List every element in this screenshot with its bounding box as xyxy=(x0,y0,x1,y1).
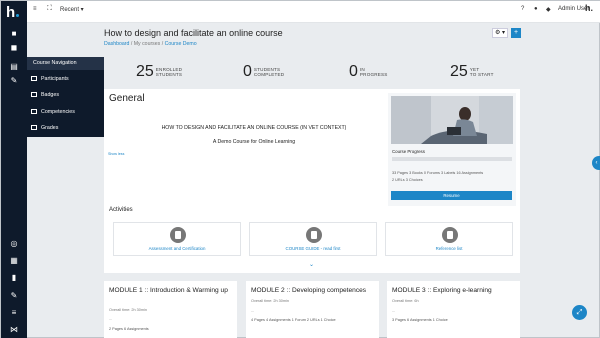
participants-icon xyxy=(31,76,37,82)
files-icon[interactable]: ▮ xyxy=(9,273,19,282)
layers-icon[interactable]: ≡ xyxy=(9,308,19,317)
nav-item-grades[interactable]: Grades xyxy=(31,123,58,133)
activity-summary: 33 Pages 3 Books 0 Forums 3 Labels 16 As… xyxy=(392,171,484,175)
calendar-icon[interactable]: ▦ xyxy=(9,256,19,265)
document-icon xyxy=(442,227,458,243)
module-card[interactable]: MODULE 1 :: Introduction & Warming up Ov… xyxy=(104,281,237,338)
module-card[interactable]: MODULE 2 :: Developing competences Overa… xyxy=(246,281,379,338)
dashboard-icon[interactable]: ◎ xyxy=(9,239,19,248)
recent-dropdown[interactable]: Recent ▾ xyxy=(60,6,84,13)
tools-icon[interactable]: ✎ xyxy=(9,76,19,85)
activity-label[interactable]: Assessment and Certification xyxy=(114,246,240,251)
stat-yet-to-start: 25 YET TO START xyxy=(450,63,494,81)
module-title[interactable]: MODULE 2 :: Developing competences xyxy=(251,286,376,295)
stat-completed: 0 STUDENTS COMPLETED xyxy=(243,63,284,81)
stat-label: IN PROGRESS xyxy=(359,67,388,77)
stat-number: 25 xyxy=(450,63,468,80)
course-progress-panel: Course Progress 33 Pages 3 Books 0 Forum… xyxy=(388,93,516,206)
breadcrumb-my-courses[interactable]: My courses xyxy=(134,41,161,47)
courses-icon[interactable]: ◼ xyxy=(9,43,19,52)
module-dash: ... xyxy=(109,317,113,321)
messages-icon[interactable]: ◆ xyxy=(546,6,551,13)
grades-icon xyxy=(31,125,37,131)
stat-number: 0 xyxy=(349,63,358,80)
general-section: General HOW TO DESIGN AND FACILITATE AN … xyxy=(104,89,520,273)
nav-item-badges[interactable]: Badges xyxy=(31,90,59,100)
stat-number: 25 xyxy=(136,63,154,80)
app-window: h ■ ◼ ▤ ✎ ◎ ▦ ▮ ✎ ≡ ⋈ ≡ ⛶ Recent ▾ ? ● ◆… xyxy=(0,0,600,338)
breadcrumb-dashboard[interactable]: Dashboard xyxy=(104,41,129,47)
course-image xyxy=(391,96,513,144)
module-card[interactable]: MODULE 3 :: Exploring e-learning Overall… xyxy=(387,281,520,338)
course-navigation-drawer: Course Navigation Participants Badges Co… xyxy=(27,57,104,137)
module-stats: 3 Pages 6 Assignments 1 Choice xyxy=(392,318,448,322)
course-nav-icon[interactable]: ▤ xyxy=(9,62,19,71)
show-less-link[interactable]: Show less xyxy=(108,152,124,156)
activity-card[interactable]: COURSE GUIDE - read first xyxy=(249,222,377,256)
section-title: General xyxy=(109,93,145,104)
module-duration: Overall time: 2h 30min xyxy=(109,308,147,312)
activity-label[interactable]: Reference list xyxy=(386,246,512,251)
activity-label[interactable]: COURSE GUIDE - read first xyxy=(250,246,376,251)
stat-label: ENROLLED STUDENTS xyxy=(155,67,183,77)
drawer-toggle-tab[interactable]: ‹ xyxy=(592,156,600,170)
notifications-icon[interactable]: ● xyxy=(534,6,538,12)
share-icon[interactable]: ⋈ xyxy=(9,325,19,334)
activities-heading: Activities xyxy=(109,207,133,213)
course-settings-button[interactable]: ⚙ ▾ xyxy=(492,28,508,38)
chevron-down-icon[interactable]: ⌄ xyxy=(309,261,314,268)
breadcrumb-course[interactable]: Course Demo xyxy=(165,41,197,47)
stat-in-progress: 0 IN PROGRESS xyxy=(349,63,388,81)
course-navigation-header: Course Navigation xyxy=(27,57,104,70)
competencies-icon xyxy=(31,109,37,115)
help-icon[interactable]: ? xyxy=(521,6,524,12)
resume-button[interactable]: Resume xyxy=(391,191,512,200)
module-title[interactable]: MODULE 3 :: Exploring e-learning xyxy=(392,286,517,295)
book-icon xyxy=(306,227,322,243)
avatar[interactable]: h. xyxy=(585,3,598,16)
module-dash: ... xyxy=(251,309,255,313)
nav-item-competencies[interactable]: Competencies xyxy=(31,107,75,117)
breadcrumb: Dashboard / My courses / Course Demo xyxy=(104,41,197,47)
course-progress-label: Course Progress xyxy=(392,149,425,154)
stat-enrolled: 25 ENROLLED STUDENTS xyxy=(136,63,182,81)
menu-icon[interactable]: ≡ xyxy=(33,6,37,12)
stat-label: YET TO START xyxy=(469,67,494,77)
activity-card[interactable]: Assessment and Certification xyxy=(113,222,241,256)
course-subheading: A Demo Course for Online Learning xyxy=(212,139,296,145)
top-bar: ≡ ⛶ Recent ▾ ? ● ◆ Admin User h. xyxy=(27,1,600,23)
document-icon xyxy=(170,227,186,243)
stat-label: STUDENTS COMPLETED xyxy=(253,67,285,77)
module-dash: ... xyxy=(392,309,396,313)
module-stats: 4 Pages 4 Assignments 1 Forum 2 URLs 1 C… xyxy=(251,318,336,322)
edit-icon[interactable]: ✎ xyxy=(9,291,19,300)
activity-card[interactable]: Reference list xyxy=(385,222,513,256)
course-heading: HOW TO DESIGN AND FACILITATE AN ONLINE C… xyxy=(161,125,347,131)
module-title[interactable]: MODULE 1 :: Introduction & Warming up xyxy=(109,286,234,295)
activity-summary-extra: 2 URLs 3 Choices xyxy=(392,178,423,182)
brand-logo[interactable]: h xyxy=(6,4,24,22)
page-title: How to design and facilitate an online c… xyxy=(104,28,283,38)
stat-number: 0 xyxy=(243,63,252,80)
add-button[interactable]: + xyxy=(511,28,521,38)
expand-button[interactable]: ⤢ xyxy=(572,305,587,320)
module-duration: Overall time: 2h 30min xyxy=(251,299,289,303)
dashboard-icon[interactable]: ■ xyxy=(9,29,19,38)
module-duration: Overall time: 6h xyxy=(392,299,419,303)
badge-icon xyxy=(31,92,37,98)
module-stats: 2 Pages 6 Assignments xyxy=(109,327,149,331)
course-progress-bar xyxy=(392,157,512,161)
fullscreen-icon[interactable]: ⛶ xyxy=(47,5,52,13)
nav-item-participants[interactable]: Participants xyxy=(31,74,69,84)
icon-rail: h ■ ◼ ▤ ✎ ◎ ▦ ▮ ✎ ≡ ⋈ xyxy=(1,1,27,338)
